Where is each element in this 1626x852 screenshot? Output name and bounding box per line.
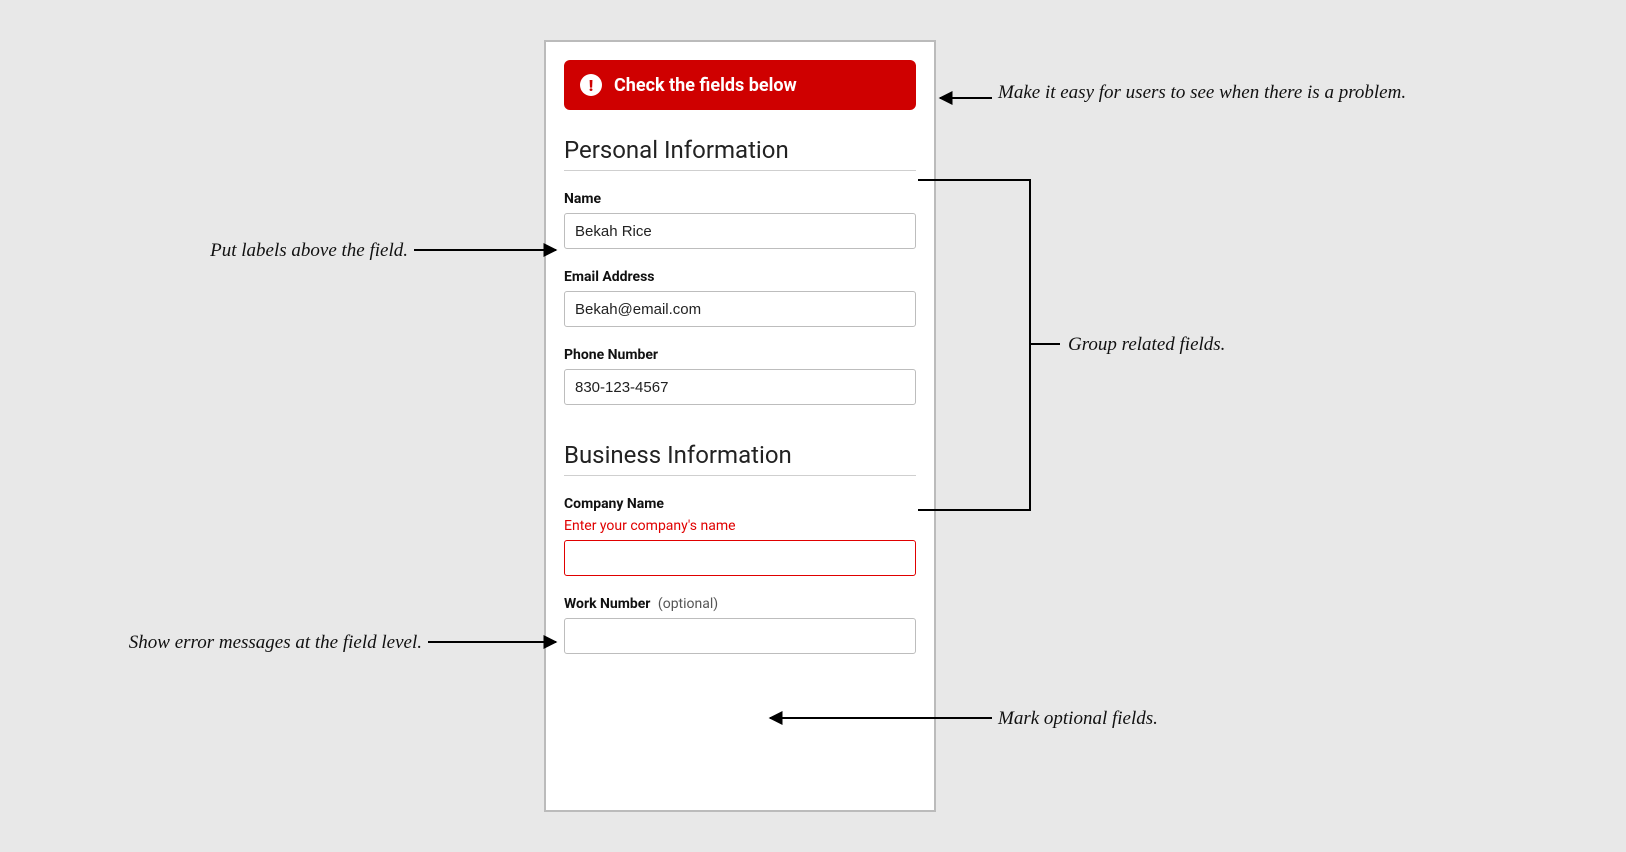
label-email: Email Address: [564, 269, 916, 285]
annotation-group: Group related fields.: [1068, 332, 1328, 358]
error-company: Enter your company's name: [564, 518, 916, 534]
section-heading-business: Business Information: [564, 441, 916, 476]
field-company: Company Name Enter your company's name: [564, 496, 916, 576]
input-company[interactable]: [564, 540, 916, 576]
input-work-number[interactable]: [564, 618, 916, 654]
annotation-error: Show error messages at the field level.: [52, 630, 422, 656]
alert-icon: !: [580, 74, 602, 96]
field-phone: Phone Number: [564, 347, 916, 405]
label-company: Company Name: [564, 496, 916, 512]
alert-text: Check the fields below: [614, 75, 797, 96]
input-name[interactable]: [564, 213, 916, 249]
annotation-alert: Make it easy for users to see when there…: [998, 80, 1418, 106]
annotation-labels: Put labels above the field.: [128, 238, 408, 264]
input-phone[interactable]: [564, 369, 916, 405]
label-work-optional: (optional): [658, 596, 718, 612]
input-email[interactable]: [564, 291, 916, 327]
field-work-number: Work Number (optional): [564, 596, 916, 654]
field-email: Email Address: [564, 269, 916, 327]
label-work-text: Work Number: [564, 596, 650, 612]
label-name: Name: [564, 191, 916, 207]
annotation-optional: Mark optional fields.: [998, 706, 1258, 732]
label-phone: Phone Number: [564, 347, 916, 363]
form-panel: ! Check the fields below Personal Inform…: [544, 40, 936, 812]
alert-banner: ! Check the fields below: [564, 60, 916, 110]
label-work-number: Work Number (optional): [564, 596, 916, 612]
field-name: Name: [564, 191, 916, 249]
section-heading-personal: Personal Information: [564, 136, 916, 171]
